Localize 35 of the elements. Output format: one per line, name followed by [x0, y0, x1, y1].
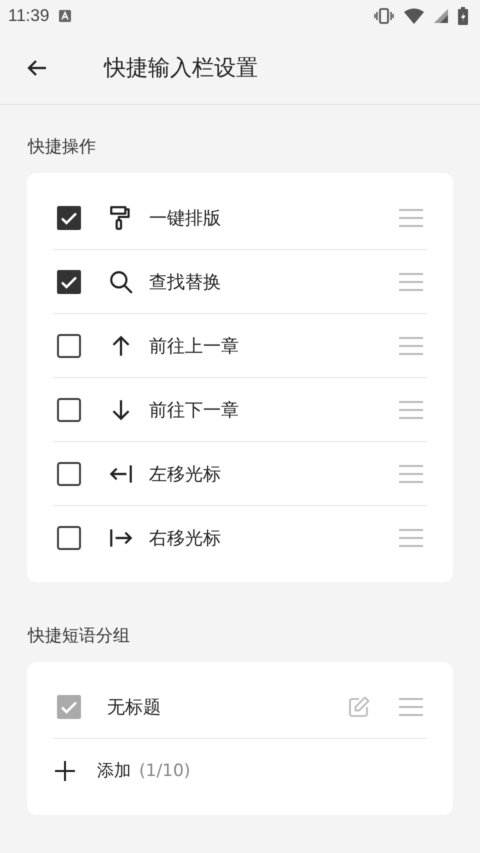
checkbox[interactable] [57, 462, 81, 486]
group-name: 无标题 [107, 696, 162, 718]
checkbox[interactable] [57, 526, 81, 550]
plus-icon [53, 758, 77, 782]
section-header: 快捷操作 [26, 136, 97, 159]
drag-handle-icon[interactable] [399, 698, 423, 716]
add-label: 添加 [97, 760, 131, 782]
search-icon [108, 268, 134, 294]
drag-handle-icon[interactable] [399, 336, 423, 354]
battery-icon [458, 7, 468, 25]
item-label: 前往下一章 [149, 398, 240, 422]
wifi-icon [404, 8, 424, 24]
checkbox[interactable] [57, 398, 81, 422]
checkbox[interactable] [57, 206, 81, 230]
drag-handle-icon[interactable] [399, 528, 423, 546]
status-time: 11:39 [8, 6, 50, 26]
add-button[interactable]: 添加 (1/10) [53, 739, 427, 802]
section-header: 快捷短语分组 [26, 625, 131, 648]
drag-handle-icon[interactable] [399, 464, 423, 482]
edit-icon[interactable] [347, 694, 371, 718]
item-label: 右移光标 [149, 526, 222, 550]
drag-handle-icon[interactable] [399, 272, 423, 290]
item-label: 左移光标 [149, 462, 222, 486]
group-count: (1/10) [139, 760, 190, 780]
page-title: 快捷输入栏设置 [104, 55, 258, 83]
drag-handle-icon[interactable] [399, 400, 423, 418]
signal-icon [434, 9, 448, 23]
notification-icon [59, 10, 72, 22]
item-label: 查找替换 [149, 270, 222, 294]
drag-handle-icon[interactable] [399, 208, 423, 226]
checkbox[interactable] [57, 270, 81, 294]
checkbox[interactable] [57, 334, 81, 358]
item-label: 前往上一章 [149, 334, 240, 358]
vibrate-icon [374, 8, 394, 24]
item-label: 一键排版 [149, 206, 222, 230]
